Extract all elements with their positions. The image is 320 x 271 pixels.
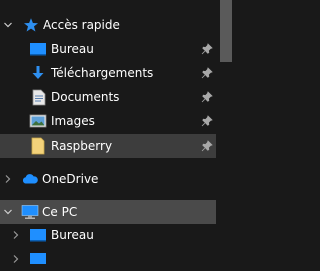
chevron-right-icon[interactable] bbox=[11, 254, 21, 264]
folder-icon bbox=[29, 137, 47, 155]
desktop-icon bbox=[29, 40, 47, 58]
nav-label: Documents bbox=[51, 90, 120, 104]
nav-label: Bureau bbox=[51, 42, 94, 56]
nav-label: Accès rapide bbox=[43, 18, 120, 32]
nav-label: Téléchargements bbox=[51, 66, 154, 80]
scrollbar-thumb[interactable] bbox=[220, 0, 232, 62]
download-icon bbox=[29, 64, 47, 82]
nav-item-raspberry[interactable]: Raspberry bbox=[0, 134, 216, 158]
nav-item-images[interactable]: Images bbox=[0, 109, 216, 133]
nav-label: Images bbox=[51, 114, 95, 128]
nav-this-pc[interactable]: Ce PC bbox=[0, 200, 216, 224]
images-icon bbox=[29, 112, 47, 130]
nav-label: Ce PC bbox=[42, 205, 78, 219]
nav-item-bureau[interactable]: Bureau bbox=[0, 37, 216, 61]
nav-label: Raspberry bbox=[51, 139, 113, 153]
desktop-icon bbox=[29, 226, 47, 244]
nav-label: OneDrive bbox=[42, 172, 99, 186]
pin-icon[interactable] bbox=[201, 67, 213, 79]
computer-icon bbox=[21, 203, 39, 221]
nav-this-pc-next-item[interactable] bbox=[0, 247, 216, 271]
pin-icon[interactable] bbox=[201, 91, 213, 103]
pin-icon[interactable] bbox=[201, 140, 213, 152]
document-icon bbox=[30, 88, 48, 106]
nav-this-pc-bureau[interactable]: Bureau bbox=[0, 223, 216, 247]
folder-icon bbox=[29, 250, 47, 268]
nav-item-documents[interactable]: Documents bbox=[0, 85, 216, 109]
nav-onedrive[interactable]: OneDrive bbox=[0, 167, 216, 191]
chevron-down-icon[interactable] bbox=[3, 20, 13, 30]
nav-quick-access[interactable]: Accès rapide bbox=[0, 13, 216, 37]
pin-icon[interactable] bbox=[201, 43, 213, 55]
chevron-right-icon[interactable] bbox=[3, 174, 13, 184]
cloud-icon bbox=[21, 170, 39, 188]
nav-item-telechargements[interactable]: Téléchargements bbox=[0, 61, 216, 85]
chevron-down-icon[interactable] bbox=[3, 207, 13, 217]
pin-icon[interactable] bbox=[201, 115, 213, 127]
star-icon bbox=[22, 16, 40, 34]
chevron-right-icon[interactable] bbox=[11, 230, 21, 240]
nav-label: Bureau bbox=[51, 228, 94, 242]
